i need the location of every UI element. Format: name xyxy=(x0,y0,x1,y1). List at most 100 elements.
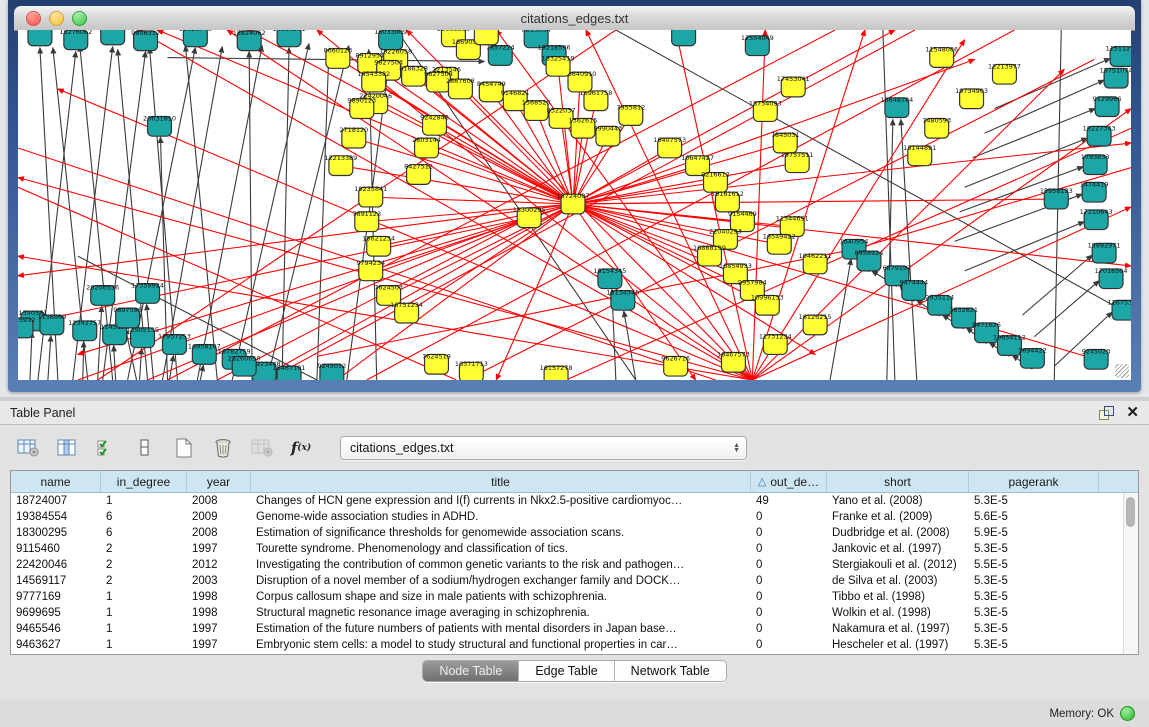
window-resize-grip[interactable] xyxy=(1115,364,1129,378)
column-header-short[interactable]: short xyxy=(827,471,969,492)
citation-graph: 1605528715276062208179279806312110267481… xyxy=(18,30,1131,380)
cell-out_de: 0 xyxy=(751,623,827,635)
cell-name: 9115460 xyxy=(11,543,101,555)
column-header-out_de[interactable]: △out_de… xyxy=(751,471,827,492)
graph-node-label: 11026748 xyxy=(179,30,212,33)
function-builder-icon[interactable]: f(x) xyxy=(289,436,313,460)
row-height-icon[interactable] xyxy=(133,436,157,460)
zoom-window-button[interactable] xyxy=(72,11,87,26)
delete-table-icon[interactable] xyxy=(211,436,235,460)
tab-edge-table[interactable]: Edge Table xyxy=(519,661,614,681)
graph-node-label: 12213389 xyxy=(324,154,357,162)
graph-node-label: 22040293 xyxy=(709,228,742,236)
graph-node-label: 11511274 xyxy=(1106,45,1131,53)
cell-in_degree: 1 xyxy=(101,607,187,619)
graph-node[interactable] xyxy=(672,30,696,46)
cell-year: 1997 xyxy=(187,543,251,555)
graph-node-label: 2935114 xyxy=(925,293,954,301)
graph-node-label: 1474419 xyxy=(1080,180,1109,188)
graph-node-label: 17359924 xyxy=(131,282,164,290)
table-row[interactable]: 911546021997Tourette syndrome. Phenomeno… xyxy=(11,541,1138,557)
graph-edge xyxy=(18,177,752,380)
float-panel-icon[interactable] xyxy=(1099,406,1114,420)
cytoscape-app: citations_edges.txt 16055287152760622081… xyxy=(0,0,1149,727)
graph-node-label: 20206536 xyxy=(86,284,119,292)
graph-node-label: 16467573 xyxy=(717,350,750,358)
graph-node-label: 17957253 xyxy=(158,333,191,341)
graph-node-label: 8471626 xyxy=(972,321,1001,329)
graph-node-label: 12213977 xyxy=(988,62,1021,70)
column-header-title[interactable]: title xyxy=(251,471,751,492)
table-row[interactable]: 969969511998Structural magnetic resonanc… xyxy=(11,605,1138,621)
table-row[interactable]: 1830029562008Estimation of significance … xyxy=(11,525,1138,541)
cell-pagerank: 5.3E-5 xyxy=(969,543,1099,555)
cell-year: 1998 xyxy=(187,607,251,619)
new-table-icon[interactable] xyxy=(172,436,196,460)
table-row[interactable]: 1456911722003Disruption of a novel membe… xyxy=(11,573,1138,589)
cell-pagerank: 5.9E-5 xyxy=(969,527,1099,539)
tab-node-table[interactable]: Node Table xyxy=(423,661,519,681)
cell-year: 2012 xyxy=(187,559,251,571)
graph-node-label: 8958924 xyxy=(855,249,884,257)
graph-node-label: 18325419 xyxy=(542,55,575,63)
graph-node-label: 7480593 xyxy=(922,116,951,124)
cell-name: 9777169 xyxy=(11,591,101,603)
close-window-button[interactable] xyxy=(26,11,41,26)
table-settings-icon[interactable] xyxy=(16,436,40,460)
cell-year: 1997 xyxy=(187,623,251,635)
column-header-pagerank[interactable]: pagerank xyxy=(969,471,1099,492)
column-header-name[interactable]: name xyxy=(11,471,101,492)
graph-edge xyxy=(1022,255,1092,315)
graph-node-label: 18130544 xyxy=(667,30,700,32)
cell-name: 18300295 xyxy=(11,527,101,539)
cell-in_degree: 1 xyxy=(101,623,187,635)
table-row[interactable]: 1938455462009Genome-wide association stu… xyxy=(11,509,1138,525)
table-row[interactable]: 1872400712008Changes of HCN gene express… xyxy=(11,493,1138,509)
table-row[interactable]: 946362711997Embryonic stem cells: a mode… xyxy=(11,637,1138,653)
cell-title: Estimation of the future numbers of pati… xyxy=(251,623,751,635)
cell-in_degree: 1 xyxy=(101,591,187,603)
cell-title: Investigating the contribution of common… xyxy=(251,559,751,571)
show-columns-icon[interactable] xyxy=(55,436,79,460)
network-canvas[interactable]: 1605528715276062208179279806312110267481… xyxy=(18,30,1131,380)
graph-node-label: 19734903 xyxy=(955,87,988,95)
network-window-titlebar[interactable]: citations_edges.txt xyxy=(14,6,1135,31)
graph-node-label: 15824062 xyxy=(233,30,266,37)
graph-node-label: 9626716 xyxy=(661,354,690,362)
graph-node-label: 15892971 xyxy=(1088,241,1121,249)
column-header-in_degree[interactable]: in_degree xyxy=(101,471,187,492)
table-row[interactable]: 946554611997Estimation of the future num… xyxy=(11,621,1138,637)
tab-network-table[interactable]: Network Table xyxy=(615,661,726,681)
table-header-row: namein_degreeyeartitle△out_de…shortpager… xyxy=(11,471,1138,493)
graph-node-label: 16543382 xyxy=(357,70,390,78)
graph-node-label: 7632621 xyxy=(949,306,978,314)
graph-node[interactable] xyxy=(474,30,498,45)
table-row[interactable]: 977716911998Corpus callosum shape and si… xyxy=(11,589,1138,605)
scrollbar-thumb[interactable] xyxy=(1126,497,1135,527)
table-row[interactable]: 2242004622012Investigating the contribut… xyxy=(11,557,1138,573)
select-columns-icon[interactable] xyxy=(94,436,118,460)
graph-node-label: 10462211 xyxy=(799,252,832,260)
graph-node[interactable] xyxy=(101,30,125,45)
table-selector-dropdown[interactable]: citations_edges.txt ▲▼ xyxy=(340,436,747,460)
column-header-year[interactable]: year xyxy=(187,471,251,492)
graph-node-label: 11544691 xyxy=(776,215,809,223)
graph-node-label: 10654112 xyxy=(993,334,1026,342)
graph-node-label: 3915912 xyxy=(18,316,35,324)
graph-edge xyxy=(30,332,32,380)
cell-name: 18724007 xyxy=(11,495,101,507)
cell-title: Structural magnetic resonance image aver… xyxy=(251,607,751,619)
table-vertical-scrollbar[interactable] xyxy=(1123,493,1138,654)
graph-edge xyxy=(83,342,84,380)
close-panel-icon[interactable]: ✕ xyxy=(1126,406,1139,420)
minimize-window-button[interactable] xyxy=(49,11,64,26)
cell-title: Tourette syndrome. Phenomenology and cla… xyxy=(251,543,751,555)
graph-node-label: 6879197 xyxy=(882,264,911,272)
cell-name: 9465546 xyxy=(11,623,101,635)
graph-node-label: 8322037 xyxy=(547,107,576,115)
graph-node-label: 11675345 xyxy=(1108,298,1131,306)
graph-node-label: 9897588 xyxy=(113,306,142,314)
graph-node-label: 9245023 xyxy=(1082,347,1111,355)
graph-node[interactable] xyxy=(28,30,52,46)
cell-out_de: 0 xyxy=(751,543,827,555)
